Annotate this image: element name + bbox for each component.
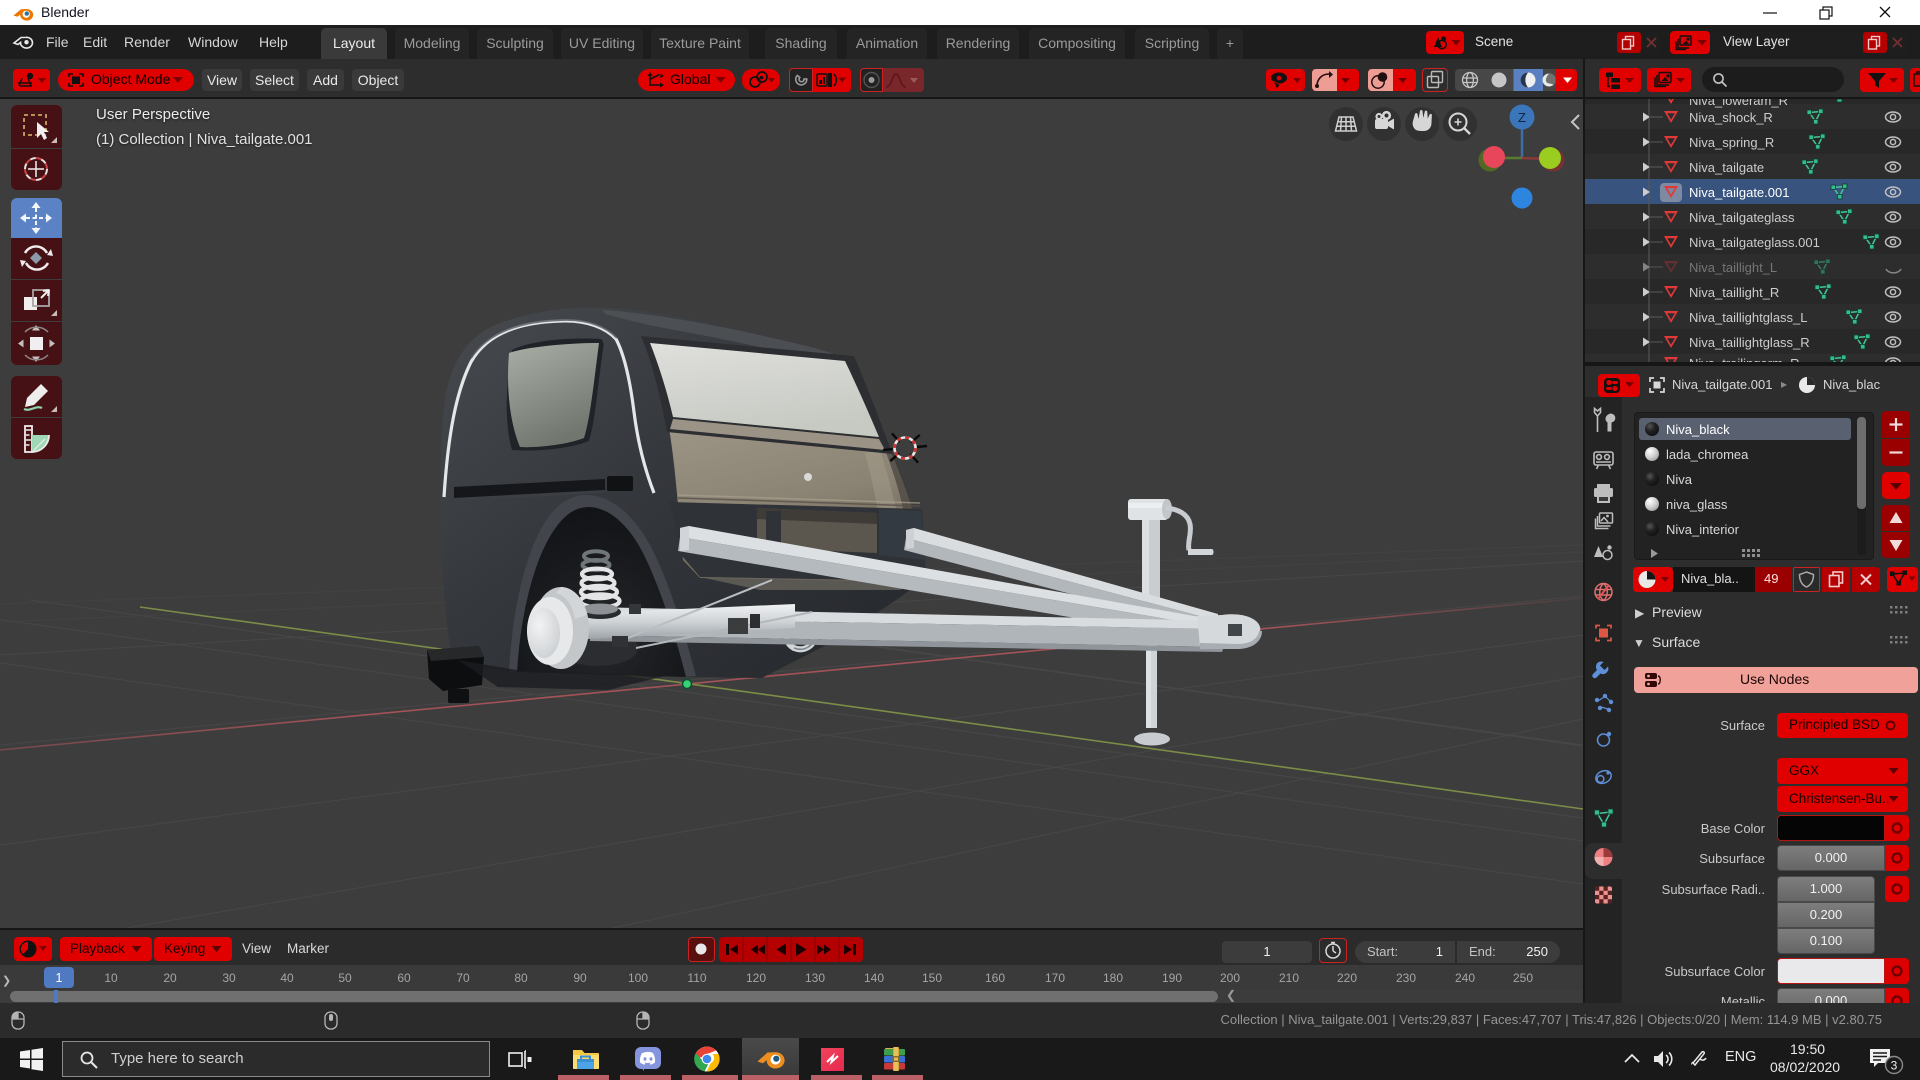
svg-text:Niva_taillightglass_L: Niva_taillightglass_L — [1689, 310, 1808, 325]
svg-text:Niva_taillightglass_R: Niva_taillightglass_R — [1689, 335, 1810, 350]
svg-text:3: 3 — [1891, 1059, 1898, 1073]
svg-text:190: 190 — [1162, 971, 1182, 985]
svg-text:40: 40 — [280, 971, 294, 985]
svg-text:140: 140 — [864, 971, 884, 985]
svg-text:90: 90 — [573, 971, 587, 985]
svg-text:10: 10 — [104, 971, 118, 985]
svg-text:120: 120 — [746, 971, 766, 985]
svg-text:Niva_interior: Niva_interior — [1666, 522, 1740, 537]
svg-text:100: 100 — [628, 971, 648, 985]
svg-text:130: 130 — [805, 971, 825, 985]
svg-text:80: 80 — [514, 971, 528, 985]
svg-text:Niva_tailgateglass: Niva_tailgateglass — [1689, 210, 1795, 225]
svg-text:Niva_taillight_L: Niva_taillight_L — [1689, 260, 1777, 275]
svg-text:lada_chromea: lada_chromea — [1666, 447, 1749, 462]
svg-text:170: 170 — [1045, 971, 1065, 985]
svg-text:200: 200 — [1220, 971, 1240, 985]
svg-text:Niva_tailgate.001: Niva_tailgate.001 — [1689, 185, 1789, 200]
svg-text:Niva_taillight_R: Niva_taillight_R — [1689, 285, 1779, 300]
svg-text:50: 50 — [338, 971, 352, 985]
svg-text:150: 150 — [922, 971, 942, 985]
svg-text:220: 220 — [1337, 971, 1357, 985]
svg-text:30: 30 — [222, 971, 236, 985]
svg-text:230: 230 — [1396, 971, 1416, 985]
svg-text:20: 20 — [163, 971, 177, 985]
svg-text:Niva_tailgateglass.001: Niva_tailgateglass.001 — [1689, 235, 1820, 250]
svg-text:Niva_black: Niva_black — [1666, 422, 1730, 437]
svg-text:1: 1 — [56, 971, 63, 985]
svg-text:Niva_loweram_R: Niva_loweram_R — [1689, 99, 1788, 108]
svg-text:210: 210 — [1279, 971, 1299, 985]
svg-text:110: 110 — [687, 971, 706, 985]
svg-text:Niva_spring_R: Niva_spring_R — [1689, 135, 1774, 150]
svg-text:160: 160 — [985, 971, 1005, 985]
svg-text:Niva_tailgate: Niva_tailgate — [1689, 160, 1764, 175]
svg-text:240: 240 — [1455, 971, 1475, 985]
svg-text:180: 180 — [1103, 971, 1123, 985]
svg-text:Z: Z — [1518, 110, 1526, 125]
svg-text:60: 60 — [397, 971, 411, 985]
svg-text:Niva: Niva — [1666, 472, 1693, 487]
svg-text:Niva_shock_R: Niva_shock_R — [1689, 110, 1773, 125]
svg-text:250: 250 — [1513, 971, 1533, 985]
svg-text:niva_glass: niva_glass — [1666, 497, 1728, 512]
svg-text:70: 70 — [456, 971, 470, 985]
